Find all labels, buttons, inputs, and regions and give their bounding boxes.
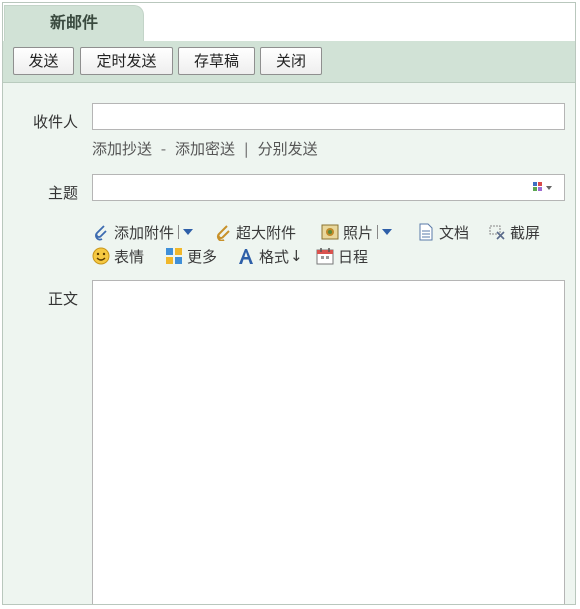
- grid-icon: [165, 247, 183, 265]
- more-tool[interactable]: 更多: [165, 245, 217, 267]
- separate-send-link[interactable]: 分别发送: [258, 138, 318, 159]
- add-attachment-tool[interactable]: 添加附件: [92, 221, 194, 243]
- smiley-icon: [92, 247, 110, 265]
- color-grid-icon[interactable]: [532, 180, 554, 194]
- schedule-tool[interactable]: 日程: [316, 245, 368, 267]
- save-draft-button[interactable]: 存草稿: [178, 47, 255, 75]
- subject-input[interactable]: [93, 175, 523, 200]
- schedule-label: 日程: [338, 247, 369, 266]
- recipient-label: 收件人: [32, 113, 78, 131]
- tab-bar: 新邮件: [3, 3, 575, 41]
- scheduled-send-button[interactable]: 定时发送: [80, 47, 173, 75]
- format-tool[interactable]: 格式 ↓: [237, 245, 303, 267]
- document-label: 文档: [439, 223, 470, 242]
- large-attachment-tool[interactable]: 超大附件: [214, 221, 296, 243]
- emoji-tool[interactable]: 表情: [92, 245, 144, 267]
- dash-separator: -: [160, 140, 167, 158]
- compose-window: 新邮件 发送 定时发送 存草稿 关闭 收件人 添加抄送 - 添加密送 | 分别发…: [2, 2, 576, 605]
- format-label: 格式: [259, 247, 290, 266]
- add-cc-link[interactable]: 添加抄送: [92, 138, 152, 159]
- photo-label: 照片: [343, 223, 374, 242]
- add-attachment-label: 添加附件: [114, 223, 175, 242]
- paperclip-icon: [92, 223, 110, 241]
- compose-toolbar: 发送 定时发送 存草稿 关闭: [3, 41, 575, 83]
- calendar-icon: [316, 247, 334, 265]
- divider: [178, 225, 180, 239]
- screenshot-tool[interactable]: 截屏: [488, 221, 540, 243]
- divider: [377, 225, 379, 239]
- subject-label: 主题: [47, 184, 78, 202]
- emoji-label: 表情: [114, 247, 145, 266]
- more-label: 更多: [187, 247, 218, 266]
- add-bcc-link[interactable]: 添加密送: [175, 138, 235, 159]
- body-editor[interactable]: [92, 280, 565, 604]
- tab-new-mail[interactable]: 新邮件: [4, 5, 144, 41]
- large-attachment-label: 超大附件: [236, 223, 297, 242]
- body-label: 正文: [47, 290, 78, 308]
- send-button[interactable]: 发送: [13, 47, 74, 75]
- close-button[interactable]: 关闭: [260, 47, 322, 75]
- photo-icon: [321, 223, 339, 241]
- screenshot-label: 截屏: [510, 223, 541, 242]
- font-a-icon: [237, 247, 255, 265]
- document-icon: [417, 223, 435, 241]
- document-tool[interactable]: 文档: [417, 221, 469, 243]
- pipe-separator: |: [243, 140, 249, 158]
- recipient-links: 添加抄送 - 添加密送 | 分别发送: [92, 138, 318, 159]
- scissors-icon: [488, 223, 506, 241]
- format-arrow-icon: ↓: [290, 247, 303, 265]
- photo-dropdown-caret[interactable]: [382, 229, 393, 235]
- subject-field: [92, 174, 565, 201]
- attachment-dropdown-caret[interactable]: [183, 229, 194, 235]
- photo-tool[interactable]: 照片: [321, 221, 393, 243]
- recipient-input[interactable]: [92, 103, 565, 130]
- large-paperclip-icon: [214, 223, 232, 242]
